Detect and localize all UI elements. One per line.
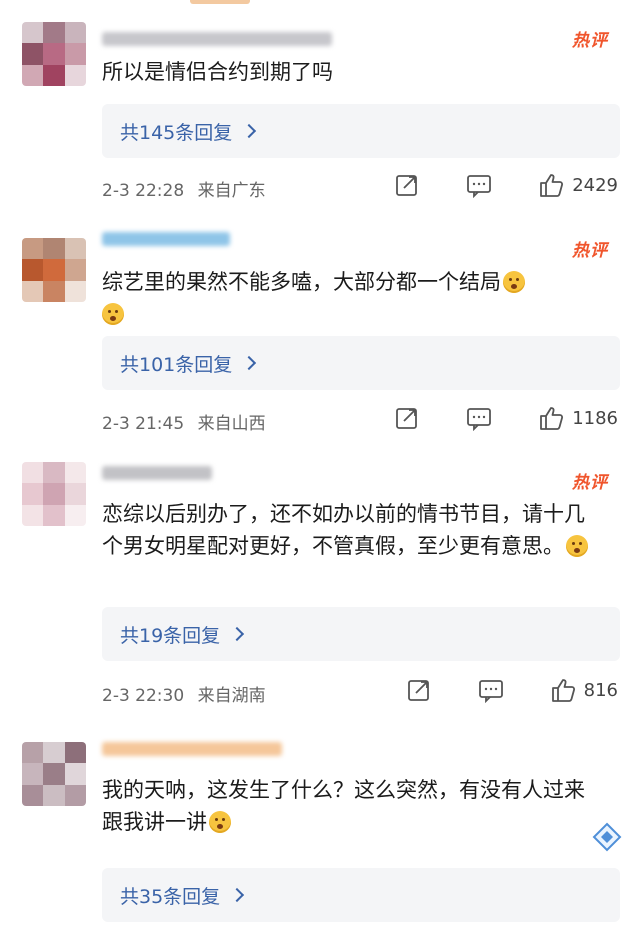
comment-text-content: 综艺里的果然不能多嗑，大部分都一个结局 [102, 270, 501, 294]
comment-text: 我的天呐，这发生了什么？这么突然，有没有人过来跟我讲一讲 [102, 774, 600, 838]
action-bar: 816 [406, 677, 618, 703]
avatar-mosaic-cell [64, 504, 86, 526]
comment-icon[interactable] [466, 405, 492, 431]
top-decoration [190, 0, 250, 4]
avatar-mosaic-cell [22, 259, 44, 281]
comment-meta: 2-3 21:45 来自山西 [102, 409, 266, 434]
avatar-mosaic-cell [22, 742, 44, 764]
like-count: 816 [583, 679, 618, 701]
action-bar: 2429 [394, 172, 618, 198]
replies-link[interactable]: 共35条回复 [120, 882, 220, 909]
avatar-mosaic-cell [22, 43, 44, 65]
chevron-right-icon [230, 887, 245, 903]
avatar-mosaic-cell [43, 784, 65, 806]
username-blurred[interactable] [102, 466, 212, 480]
avatar-mosaic-cell [64, 742, 86, 764]
username-blurred[interactable] [102, 232, 230, 246]
surprised-emoji-icon [503, 271, 525, 293]
laughing-emoji-icon [566, 535, 588, 557]
replies-box[interactable]: 共145条回复 [102, 104, 620, 158]
replies-link[interactable]: 共101条回复 [120, 350, 232, 377]
avatar[interactable] [22, 238, 86, 302]
comment-icon[interactable] [466, 172, 492, 198]
avatar-mosaic-cell [22, 64, 44, 86]
avatar-mosaic-cell [43, 742, 65, 764]
comment-text: 综艺里的果然不能多嗑，大部分都一个结局 [102, 266, 612, 330]
replies-link[interactable]: 共19条回复 [120, 621, 220, 648]
avatar-mosaic-cell [64, 22, 86, 44]
avatar-mosaic-cell [64, 462, 86, 484]
avatar-mosaic-cell [22, 763, 44, 785]
like-count: 2429 [572, 174, 618, 196]
avatar-mosaic-cell [43, 504, 65, 526]
avatar[interactable] [22, 22, 86, 86]
timestamp: 2-3 21:45 [102, 414, 185, 434]
crying-emoji-icon [209, 811, 231, 833]
location: 来自广东 [197, 181, 266, 201]
avatar-mosaic-cell [43, 763, 65, 785]
surprised-emoji-icon [102, 303, 124, 325]
comment-icon[interactable] [478, 677, 504, 703]
diamond-badge-icon [592, 822, 622, 852]
replies-box[interactable]: 共101条回复 [102, 336, 620, 390]
comment-text-content: 恋综以后别办了，还不如办以前的情书节目，请十几个男女明星配对更好，不管真假，至少… [102, 502, 585, 558]
replies-box[interactable]: 共19条回复 [102, 607, 620, 661]
avatar-mosaic-cell [22, 784, 44, 806]
like-icon[interactable] [538, 172, 564, 198]
comment-meta: 2-3 22:30 来自湖南 [102, 681, 266, 706]
share-icon[interactable] [394, 405, 420, 431]
chevron-right-icon [242, 355, 257, 371]
comment-text-content: 我的天呐，这发生了什么？这么突然，有没有人过来跟我讲一讲 [102, 778, 585, 834]
like-count: 1186 [572, 407, 618, 429]
avatar-mosaic-cell [43, 259, 65, 281]
hot-comment-badge: 热评 [572, 473, 608, 493]
avatar-mosaic-cell [22, 504, 44, 526]
avatar[interactable] [22, 742, 86, 806]
share-icon[interactable] [406, 677, 432, 703]
location: 来自山西 [197, 414, 266, 434]
avatar-mosaic-cell [22, 483, 44, 505]
timestamp: 2-3 22:30 [102, 686, 185, 706]
avatar-mosaic-cell [43, 64, 65, 86]
replies-link[interactable]: 共145条回复 [120, 118, 232, 145]
hot-comment-badge: 热评 [572, 241, 608, 261]
avatar-mosaic-cell [22, 280, 44, 302]
avatar-mosaic-cell [22, 238, 44, 260]
avatar-mosaic-cell [22, 462, 44, 484]
replies-box[interactable]: 共35条回复 [102, 868, 620, 922]
avatar-mosaic-cell [64, 763, 86, 785]
comment-text: 恋综以后别办了，还不如办以前的情书节目，请十几个男女明星配对更好，不管真假，至少… [102, 498, 600, 562]
avatar-mosaic-cell [64, 64, 86, 86]
avatar-mosaic-cell [64, 280, 86, 302]
comment-text: 所以是情侣合约到期了吗 [102, 60, 333, 84]
avatar-mosaic-cell [43, 462, 65, 484]
avatar-mosaic-cell [43, 280, 65, 302]
avatar-mosaic-cell [43, 483, 65, 505]
avatar-mosaic-cell [64, 238, 86, 260]
like-icon[interactable] [538, 405, 564, 431]
username-blurred[interactable] [102, 742, 282, 756]
avatar-mosaic-cell [64, 483, 86, 505]
avatar-mosaic-cell [43, 22, 65, 44]
chevron-right-icon [242, 123, 257, 139]
avatar-mosaic-cell [64, 43, 86, 65]
avatar-mosaic-cell [64, 784, 86, 806]
avatar-mosaic-cell [64, 259, 86, 281]
hot-comment-badge: 热评 [572, 31, 608, 51]
timestamp: 2-3 22:28 [102, 181, 185, 201]
share-icon[interactable] [394, 172, 420, 198]
avatar-mosaic-cell [22, 22, 44, 44]
action-bar: 1186 [394, 405, 618, 431]
location: 来自湖南 [197, 686, 266, 706]
avatar-mosaic-cell [43, 238, 65, 260]
comment-meta: 2-3 22:28 来自广东 [102, 176, 266, 201]
like-icon[interactable] [550, 677, 576, 703]
avatar[interactable] [22, 462, 86, 526]
username-blurred[interactable] [102, 32, 332, 46]
chevron-right-icon [230, 626, 245, 642]
avatar-mosaic-cell [43, 43, 65, 65]
